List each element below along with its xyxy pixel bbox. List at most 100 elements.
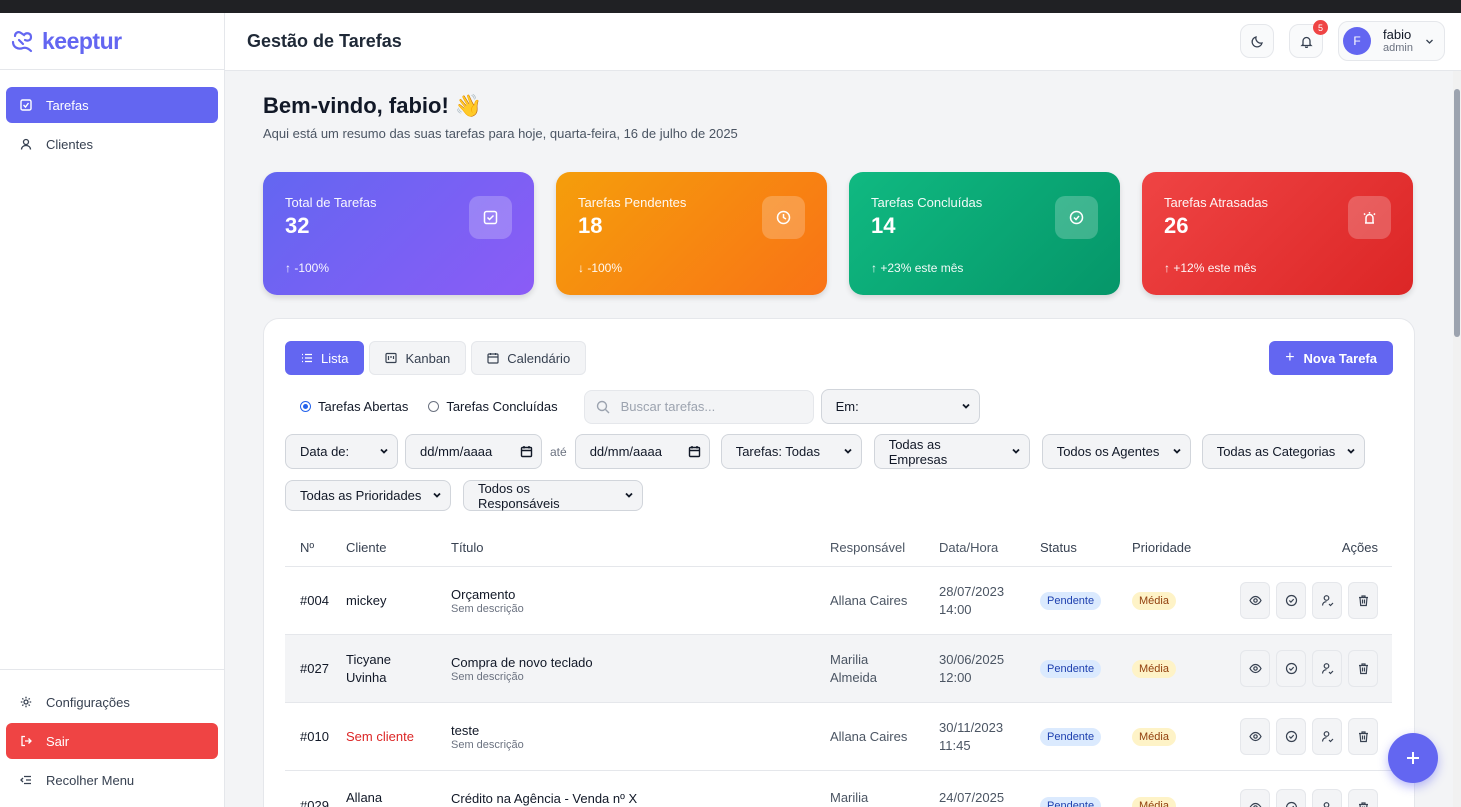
radio-dot <box>428 401 440 412</box>
dark-mode-toggle[interactable] <box>1240 24 1275 58</box>
settings-link[interactable]: Configurações <box>6 684 218 720</box>
delete-button[interactable] <box>1348 718 1378 755</box>
radio-label: Tarefas Concluídas <box>446 399 558 414</box>
task-client: Sem cliente <box>346 728 414 744</box>
complete-button[interactable] <box>1276 718 1306 755</box>
categories-select[interactable]: Todas as Categorias <box>1201 434 1365 469</box>
task-description: Sem descrição <box>451 738 524 751</box>
delete-button[interactable] <box>1348 650 1378 687</box>
tasks-filter-select[interactable]: Tarefas: Todas <box>720 434 862 469</box>
eye-icon <box>1248 595 1262 606</box>
tab-lista[interactable]: Lista <box>285 341 365 375</box>
user-assign-icon <box>1321 595 1333 607</box>
logout-button[interactable]: Sair <box>6 723 218 759</box>
chevron-down-icon <box>624 488 634 503</box>
priorities-select[interactable]: Todas as Prioridades <box>285 480 451 511</box>
priority-cell: Média <box>1132 727 1222 746</box>
page-scrollbar[interactable] <box>1453 71 1461 807</box>
select-value: Em: <box>835 399 859 414</box>
chevron-down-icon <box>432 488 442 503</box>
sidebar-item-label: Clientes <box>46 136 93 152</box>
sidebar-item-clientes[interactable]: Clientes <box>6 126 218 162</box>
chevron-down-icon <box>1426 39 1433 44</box>
task-title: Orçamento <box>451 586 516 602</box>
view-button[interactable] <box>1240 650 1270 687</box>
priority-cell: Média <box>1132 659 1222 678</box>
user-assign-icon <box>1321 731 1333 743</box>
complete-button[interactable] <box>1276 582 1306 619</box>
view-button[interactable] <box>1240 789 1270 807</box>
row-actions <box>1222 650 1392 687</box>
assign-button[interactable] <box>1312 789 1342 807</box>
companies-select[interactable]: Todas as Empresas <box>873 434 1030 469</box>
select-value: Todos os Responsáveis <box>478 480 560 511</box>
table-row[interactable]: #004 mickey Orçamento Sem descrição Alla… <box>285 567 1392 635</box>
eye-icon <box>1248 731 1262 742</box>
assign-button[interactable] <box>1312 650 1342 687</box>
list-icon <box>302 353 312 363</box>
search-input[interactable]: Buscar tarefas... <box>583 389 814 424</box>
task-datetime: 30/06/2025 12:00 <box>939 651 1040 687</box>
delete-button[interactable] <box>1348 789 1378 807</box>
date-value: dd/mm/aaaa <box>589 444 662 459</box>
tab-calendario[interactable]: Calendário <box>471 341 587 375</box>
responsibles-select[interactable]: Todos os Responsáveis <box>463 480 643 511</box>
date-value: dd/mm/aaaa <box>420 444 493 459</box>
view-button[interactable] <box>1240 582 1270 619</box>
task-datetime: 28/07/2023 14:00 <box>939 583 1040 619</box>
date-range-separator: até <box>550 444 567 459</box>
view-button[interactable] <box>1240 718 1270 755</box>
collapse-label: Recolher Menu <box>46 772 135 788</box>
assign-button[interactable] <box>1312 718 1342 755</box>
sidebar-item-tarefas[interactable]: Tarefas <box>6 87 218 123</box>
complete-button[interactable] <box>1276 650 1306 687</box>
task-title-cell: Compra de novo teclado Sem descrição <box>451 655 830 683</box>
search-icon <box>596 400 610 413</box>
em-select[interactable]: Em: <box>820 389 980 424</box>
task-time: 11:45 <box>939 737 971 753</box>
table-row[interactable]: #010 Sem cliente teste Sem descrição All… <box>285 703 1392 771</box>
logo[interactable]: keeptur <box>0 13 224 70</box>
notifications-button[interactable]: 5 <box>1289 20 1329 58</box>
gear-icon <box>20 696 32 708</box>
complete-button[interactable] <box>1276 789 1306 807</box>
date-end-input[interactable]: dd/mm/aaaa <box>574 434 710 469</box>
chevron-down-icon <box>379 444 389 459</box>
task-number: #010 <box>300 729 329 744</box>
filters-row-2: Data de: dd/mm/aaaa até dd/mm/aaaa Taref… <box>285 434 1365 469</box>
date-from-select[interactable]: Data de: <box>285 434 398 469</box>
task-responsible: Allana Caires <box>830 728 908 744</box>
tab-label: Lista <box>321 350 349 366</box>
column-header: Nº <box>300 540 315 555</box>
column-header: Responsável <box>830 539 906 555</box>
radio-label: Tarefas Abertas <box>318 399 409 414</box>
user-assign-icon <box>1321 663 1333 675</box>
scrollbar-thumb[interactable] <box>1454 89 1460 337</box>
sidebar-nav: Tarefas Clientes <box>0 70 224 182</box>
new-task-button[interactable]: + Nova Tarefa <box>1269 341 1393 375</box>
agents-select[interactable]: Todos os Agentes <box>1041 434 1191 469</box>
tab-kanban[interactable]: Kanban <box>369 341 467 375</box>
task-date: 30/06/2025 <box>939 651 1005 667</box>
radio-done-tasks[interactable]: Tarefas Concluídas <box>428 399 558 414</box>
table-header: Nº Cliente Título Responsável Data/Hora … <box>285 529 1392 567</box>
table-row[interactable]: #029 Allana Crédito na Agência - Venda n… <box>285 771 1392 807</box>
table-row[interactable]: #027 Ticyane Uvinha Compra de novo tecla… <box>285 635 1392 703</box>
check-circle-icon <box>1285 801 1297 807</box>
radio-open-tasks[interactable]: Tarefas Abertas <box>300 399 408 414</box>
delete-button[interactable] <box>1348 582 1378 619</box>
eye-icon <box>1249 802 1261 807</box>
date-start-input[interactable]: dd/mm/aaaa <box>405 434 542 469</box>
user-menu[interactable]: F fabio admin <box>1338 21 1445 61</box>
assign-button[interactable] <box>1312 582 1342 619</box>
task-number: #027 <box>300 661 329 676</box>
chevron-down-icon <box>1346 444 1356 459</box>
collapse-menu-button[interactable]: Recolher Menu <box>6 762 218 798</box>
user-assign-icon <box>1323 802 1329 807</box>
task-number: #004 <box>300 593 329 608</box>
row-actions <box>1222 582 1392 619</box>
stat-card-total: Total de Tarefas 32 ↑ -100% <box>263 172 534 295</box>
floating-add-button[interactable] <box>1388 733 1438 783</box>
column-header: Ações <box>1341 540 1378 555</box>
row-actions <box>1222 718 1392 755</box>
